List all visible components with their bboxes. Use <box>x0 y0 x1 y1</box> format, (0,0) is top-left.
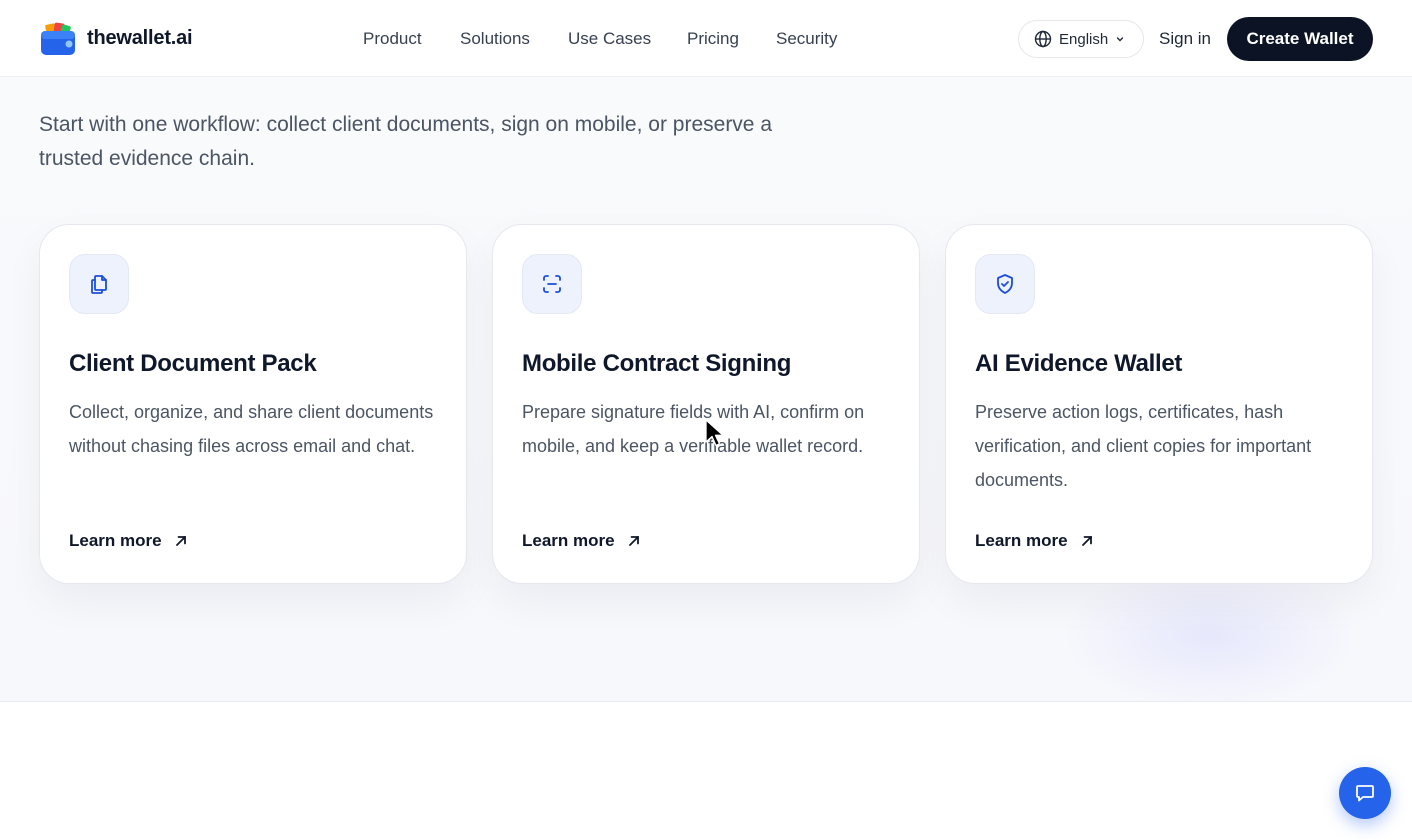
language-selector[interactable]: English <box>1018 20 1144 58</box>
card-title: AI Evidence Wallet <box>975 350 1183 377</box>
learn-more-link[interactable]: Learn more <box>522 531 641 551</box>
arrow-up-right-icon <box>628 536 639 546</box>
chat-button[interactable] <box>1339 767 1391 819</box>
brand-name[interactable]: thewallet.ai <box>87 27 193 50</box>
nav-product[interactable]: Product <box>363 29 422 49</box>
section-intro: Start with one workflow: collect client … <box>39 113 773 170</box>
learn-more-label: Learn more <box>975 531 1068 550</box>
chat-icon <box>1356 785 1374 802</box>
nav-pricing[interactable]: Pricing <box>687 29 739 49</box>
chevron-down-icon <box>1117 37 1124 42</box>
card-ai-evidence-wallet: AI Evidence Wallet Preserve action logs,… <box>945 224 1373 584</box>
learn-more-link[interactable]: Learn more <box>69 531 188 551</box>
learn-more-link[interactable]: Learn more <box>975 531 1094 551</box>
nav-use-cases[interactable]: Use Cases <box>568 29 651 49</box>
arrow-up-right-icon <box>1081 536 1092 546</box>
card-title: Client Document Pack <box>69 350 317 377</box>
card-description: Preserve action logs, certificates, hash… <box>975 402 1312 490</box>
learn-more-label: Learn more <box>522 531 615 550</box>
sign-in-link[interactable]: Sign in <box>1159 29 1211 49</box>
nav-solutions[interactable]: Solutions <box>460 29 530 49</box>
scan-icon <box>522 254 582 314</box>
card-mobile-contract-signing: Mobile Contract Signing Prepare signatur… <box>492 224 920 584</box>
mouse-cursor-icon <box>705 419 724 447</box>
globe-icon <box>1034 30 1052 48</box>
card-description: Collect, organize, and share client docu… <box>69 402 434 456</box>
arrow-up-right-icon <box>175 536 186 546</box>
shield-check-icon <box>975 254 1035 314</box>
card-title: Mobile Contract Signing <box>522 350 792 377</box>
learn-more-label: Learn more <box>69 531 162 550</box>
documents-icon <box>69 254 129 314</box>
nav-security[interactable]: Security <box>776 29 837 49</box>
use-cases-section: Start with one workflow: collect client … <box>0 0 1412 702</box>
create-wallet-button[interactable]: Create Wallet <box>1227 17 1373 61</box>
language-label: English <box>1059 30 1109 48</box>
site-header: thewallet.ai Product Solutions Use Cases… <box>0 0 1412 77</box>
card-client-document-pack: Client Document Pack Collect, organize, … <box>39 224 467 584</box>
wallet-logo-icon[interactable] <box>40 22 76 56</box>
